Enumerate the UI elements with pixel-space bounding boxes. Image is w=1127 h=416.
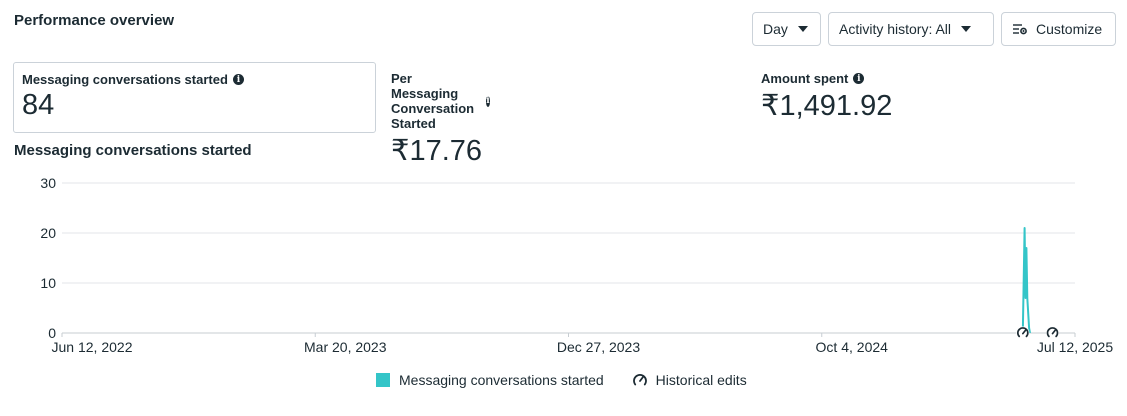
legend-item-historical-edits[interactable]: Historical edits [632,372,747,388]
x-tick-label: Jun 12, 2022 [52,339,133,355]
historical-edits-icon [632,374,647,386]
x-tick-label: Jul 12, 2025 [1037,339,1113,355]
series-line [1021,227,1031,334]
legend-item-series[interactable]: Messaging conversations started [376,372,604,388]
chart-legend: Messaging conversations started Historic… [376,372,747,388]
x-tick-label: Mar 20, 2023 [304,339,387,355]
x-tick-label: Dec 27, 2023 [557,339,640,355]
line-chart: 0102030Jun 12, 2022 Mar 20, 2023 Dec 27, 2… [40,175,1113,355]
legend-swatch [376,373,390,387]
x-tick-label: Oct 4, 2024 [816,339,889,355]
y-tick-label: 20 [40,225,56,241]
legend-series-label: Messaging conversations started [399,372,604,388]
y-tick-label: 10 [40,275,56,291]
y-tick-label: 30 [40,175,56,191]
legend-edits-label: Historical edits [655,372,747,388]
